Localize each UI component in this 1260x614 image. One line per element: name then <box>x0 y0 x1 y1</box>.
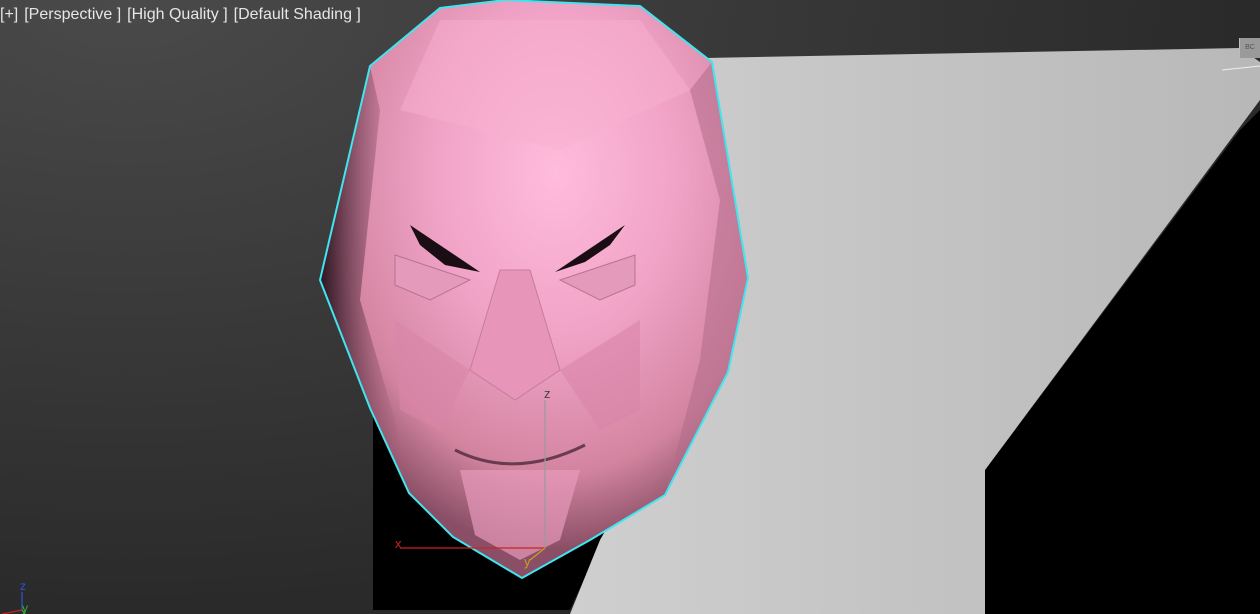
perspective-viewport[interactable]: z x y z y [+] [Perspective ] [High Quali… <box>0 0 1260 614</box>
world-axis-tripod-icon: z y <box>1 579 28 614</box>
world-y-label: y <box>22 601 28 614</box>
viewport-corner-button[interactable]: BC <box>1239 38 1260 58</box>
scene-canvas[interactable]: z x y z y <box>0 0 1260 614</box>
viewport-plus-menu[interactable]: [+] <box>0 5 18 25</box>
gizmo-y-label: y <box>524 554 531 569</box>
world-z-label: z <box>20 579 26 593</box>
world-x-axis <box>1 609 23 614</box>
gizmo-x-label: x <box>395 536 402 551</box>
viewport-view-menu[interactable]: [Perspective ] <box>24 5 121 25</box>
viewport-shading-menu[interactable]: [Default Shading ] <box>234 5 361 25</box>
viewport-quality-menu[interactable]: [High Quality ] <box>127 5 227 25</box>
gizmo-z-label: z <box>544 386 551 401</box>
viewport-label-menu: [+] [Perspective ] [High Quality ] [Defa… <box>0 5 361 25</box>
